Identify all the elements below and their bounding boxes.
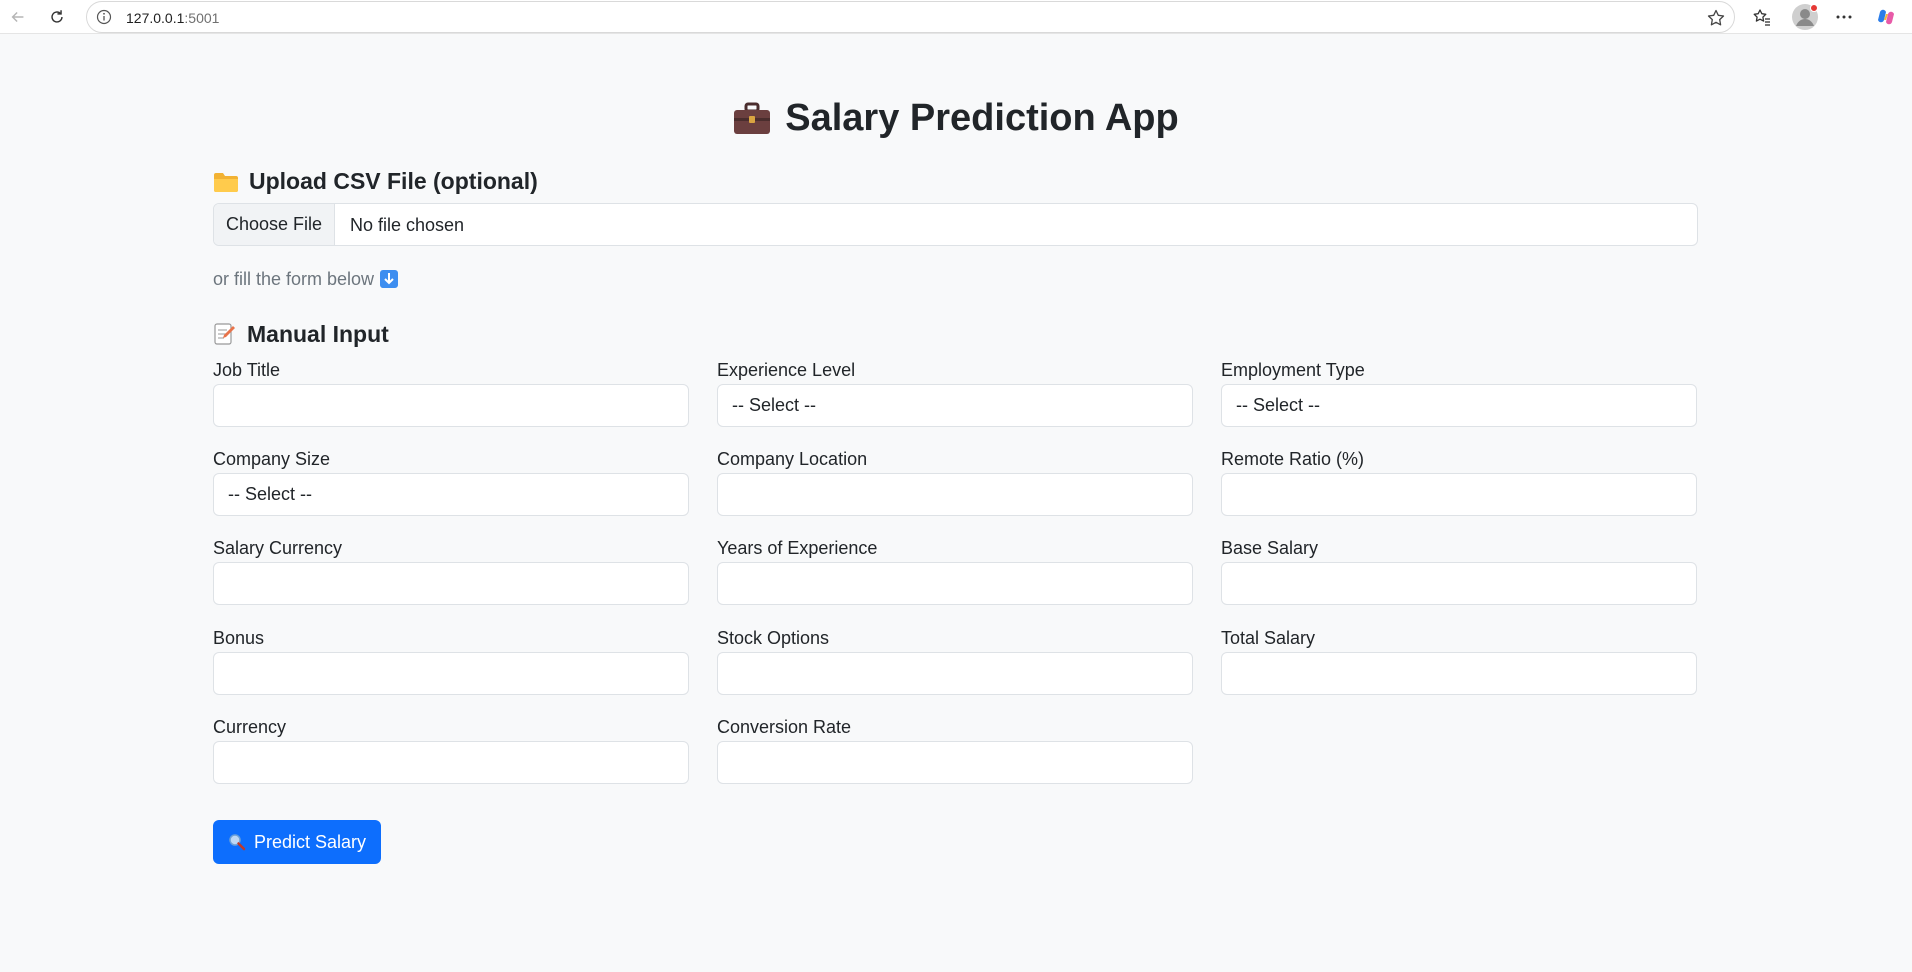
job-title-label: Job Title <box>213 360 281 380</box>
file-status-text: No file chosen <box>350 215 465 235</box>
folder-icon <box>213 171 239 199</box>
profile-avatar[interactable] <box>1791 3 1819 31</box>
favorites-icon[interactable] <box>1750 5 1774 29</box>
page: Salary Prediction App Upload CSV File (o… <box>0 42 1912 972</box>
company-size-select[interactable]: -- Select -- <box>213 473 689 516</box>
remote-ratio-label: Remote Ratio (%) <box>1221 449 1365 469</box>
total-salary-label: Total Salary <box>1221 628 1316 648</box>
upload-heading: Upload CSV File (optional) <box>213 168 538 199</box>
copilot-icon[interactable] <box>1874 5 1898 29</box>
upload-heading-text: Upload CSV File (optional) <box>249 168 538 194</box>
csv-file-input[interactable]: Choose File No file chosen <box>213 203 1698 246</box>
bonus-label: Bonus <box>213 628 265 648</box>
company-size-label: Company Size <box>213 449 331 469</box>
currency-label: Currency <box>213 717 287 737</box>
conversion-rate-input[interactable] <box>717 741 1193 784</box>
experience-level-label: Experience Level <box>717 360 856 380</box>
base-salary-label: Base Salary <box>1221 538 1319 558</box>
url-text[interactable]: 127.0.0.1:5001 <box>126 10 219 26</box>
address-bar[interactable]: 127.0.0.1:5001 <box>86 1 1735 33</box>
years-of-experience-label: Years of Experience <box>717 538 878 558</box>
company-location-input[interactable] <box>717 473 1193 516</box>
remote-ratio-input[interactable] <box>1221 473 1697 516</box>
years-of-experience-input[interactable] <box>717 562 1193 605</box>
magnifier-icon <box>228 833 246 851</box>
form-hint: or fill the form below <box>213 269 399 290</box>
stock-options-label: Stock Options <box>717 628 830 648</box>
url-port: :5001 <box>184 10 220 26</box>
conversion-rate-label: Conversion Rate <box>717 717 852 737</box>
url-host: 127.0.0.1 <box>126 10 185 26</box>
predict-salary-button[interactable]: Predict Salary <box>213 820 381 864</box>
page-title: Salary Prediction App <box>0 97 1912 146</box>
manual-input-heading-text: Manual Input <box>247 321 389 347</box>
down-arrow-icon <box>380 270 399 288</box>
employment-type-label: Employment Type <box>1221 360 1365 380</box>
salary-currency-input[interactable] <box>213 562 689 605</box>
reload-icon[interactable] <box>45 5 69 29</box>
form-hint-text: or fill the form below <box>213 269 375 289</box>
currency-input[interactable] <box>213 741 689 784</box>
briefcase-icon <box>733 102 771 146</box>
experience-level-select[interactable]: -- Select -- <box>717 384 1193 427</box>
employment-type-select[interactable]: -- Select -- <box>1221 384 1697 427</box>
favorite-star-icon[interactable] <box>1706 8 1726 28</box>
choose-file-button[interactable]: Choose File <box>214 204 335 245</box>
salary-currency-label: Salary Currency <box>213 538 343 558</box>
total-salary-input[interactable] <box>1221 652 1697 695</box>
more-options-icon[interactable] <box>1832 5 1856 29</box>
predict-salary-label: Predict Salary <box>253 831 367 852</box>
bonus-input[interactable] <box>213 652 689 695</box>
site-info-icon[interactable] <box>96 9 112 25</box>
back-icon[interactable] <box>6 5 30 29</box>
manual-input-heading: Manual Input <box>213 321 389 352</box>
base-salary-input[interactable] <box>1221 562 1697 605</box>
job-title-input[interactable] <box>213 384 689 427</box>
stock-options-input[interactable] <box>717 652 1193 695</box>
browser-toolbar: 127.0.0.1:5001 <box>0 0 1912 34</box>
notification-dot <box>1810 4 1818 12</box>
company-location-label: Company Location <box>717 449 868 469</box>
title-text: Salary Prediction App <box>785 97 1179 139</box>
memo-icon <box>213 322 237 352</box>
